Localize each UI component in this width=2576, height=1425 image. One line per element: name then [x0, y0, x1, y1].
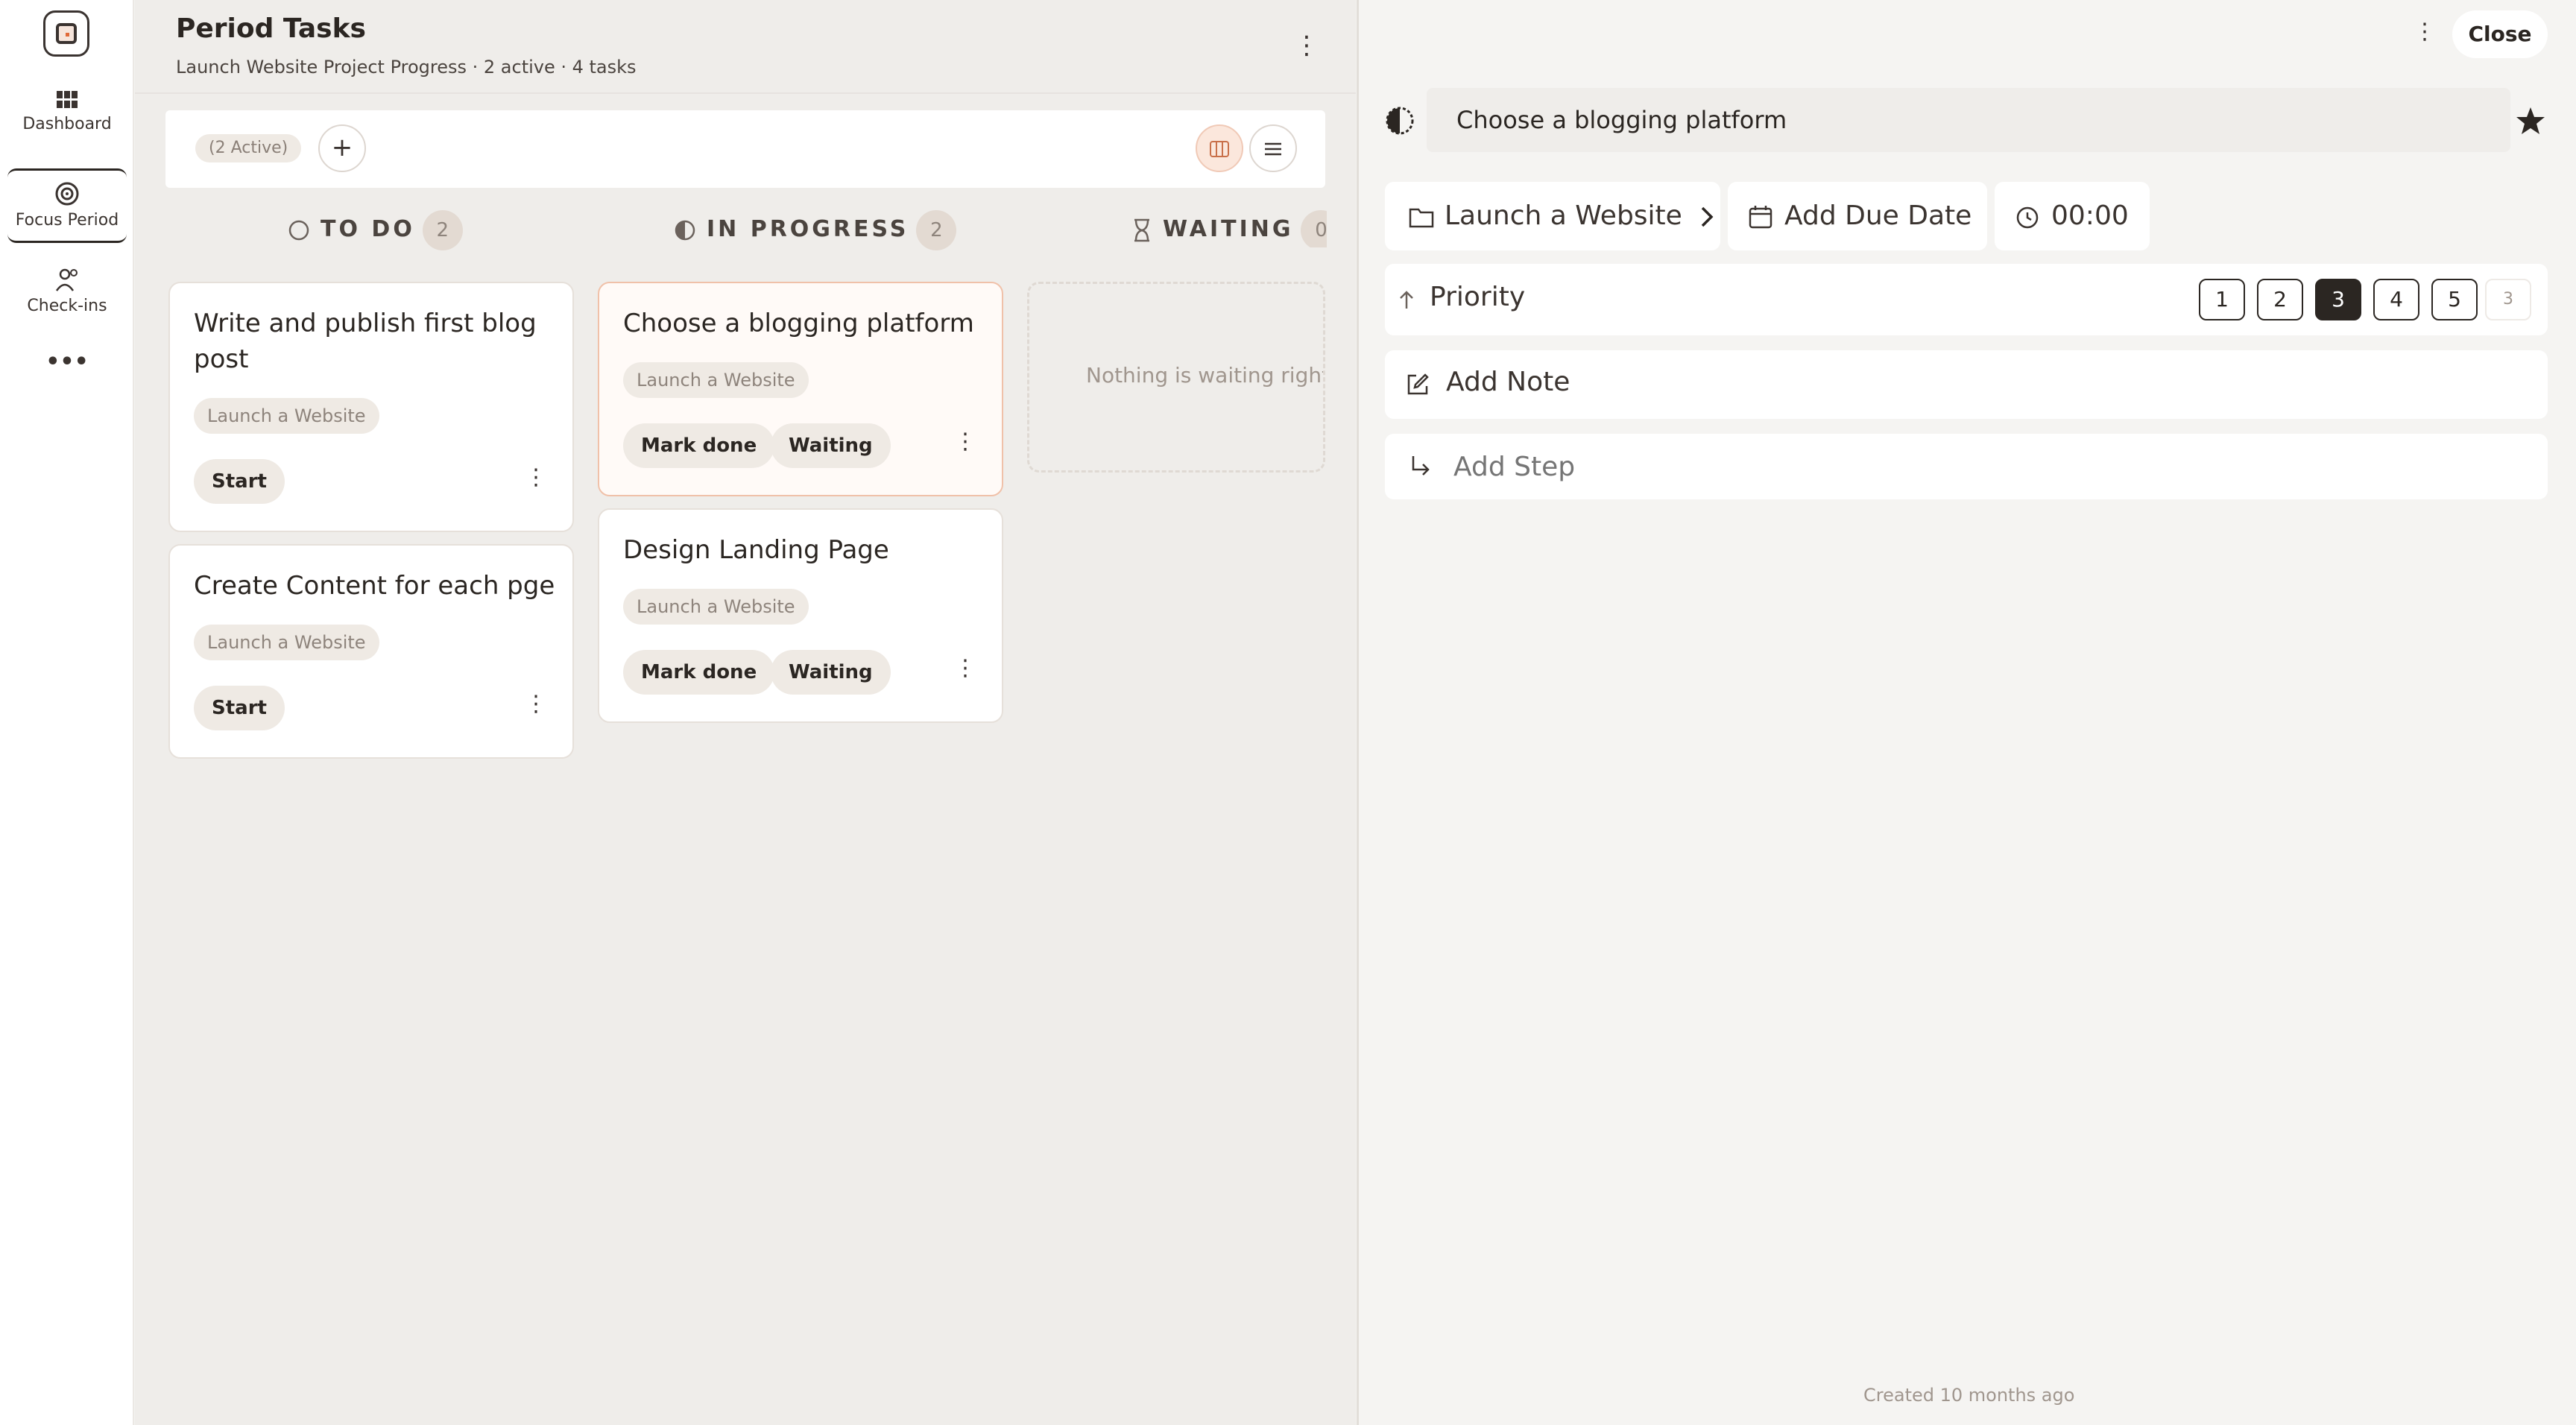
target-icon — [55, 182, 79, 206]
calendar-icon — [1749, 206, 1772, 229]
priority-label: Priority — [1430, 282, 1526, 312]
task-card[interactable]: Create Content for each pge Launch a Web… — [168, 544, 574, 759]
task-card[interactable]: Write and publish first blog post Launch… — [168, 282, 574, 532]
column-count: 0 — [1301, 210, 1327, 247]
header-menu-button[interactable]: ⋮ — [1294, 33, 1319, 58]
chevron-right-icon — [1702, 206, 1714, 227]
created-timestamp: Created 10 months ago — [1863, 1385, 2075, 1406]
project-selector[interactable]: Launch a Website — [1385, 182, 1720, 250]
active-count-chip: (2 Active) — [195, 134, 302, 162]
column-header-todo: TO DO 2 — [288, 210, 463, 250]
due-date-button[interactable]: Add Due Date — [1728, 182, 1987, 250]
column-header-waiting: WAITING 0 — [1131, 210, 1327, 247]
arrow-up-icon — [1400, 291, 1413, 309]
board-view-button[interactable] — [1196, 124, 1243, 172]
project-name: Launch a Website — [1445, 200, 1682, 231]
grid-icon — [57, 91, 78, 108]
task-title: Write and publish first blog post — [194, 309, 537, 374]
status-in-progress-icon[interactable] — [1385, 106, 1415, 136]
sidebar-item-dashboard[interactable]: Dashboard — [7, 89, 127, 133]
add-task-button[interactable]: + — [318, 124, 366, 172]
sidebar-more-button[interactable]: ••• — [7, 349, 127, 375]
detail-menu-button[interactable]: ⋮ — [2414, 21, 2436, 43]
task-title: Create Content for each pge — [194, 571, 555, 601]
column-title: WAITING — [1163, 216, 1294, 242]
timer-icon — [2016, 206, 2039, 229]
sidebar-item-focus-period[interactable]: Focus Period — [7, 168, 127, 243]
priority-option-3[interactable]: 3 — [2315, 279, 2361, 320]
sidebar-item-label: Focus Period — [15, 211, 119, 230]
priority-option-2[interactable]: 2 — [2257, 279, 2303, 320]
list-view-button[interactable] — [1249, 124, 1297, 172]
sidebar-item-label: Check-ins — [27, 297, 107, 315]
waiting-empty-state: Nothing is waiting right now — [1027, 282, 1325, 473]
timer-button[interactable]: 00:00 — [1995, 182, 2150, 250]
card-menu-button[interactable]: ⋮ — [525, 467, 547, 489]
task-card[interactable]: Design Landing Page Launch a Website Mar… — [598, 508, 1003, 723]
project-tag: Launch a Website — [194, 398, 379, 434]
column-title: TO DO — [321, 216, 415, 242]
more-icon: ••• — [45, 349, 89, 375]
due-date-label: Add Due Date — [1784, 200, 1972, 231]
column-title: IN PROGRESS — [707, 216, 909, 242]
card-menu-button[interactable]: ⋮ — [525, 693, 547, 715]
add-step-row — [1385, 434, 2548, 499]
people-icon — [55, 268, 78, 291]
circle-icon — [288, 220, 309, 240]
column-count: 2 — [916, 210, 957, 250]
hourglass-icon — [1134, 218, 1149, 241]
task-title-input[interactable]: Choose a blogging platform — [1427, 88, 2510, 152]
task-title: Choose a blogging platform — [623, 309, 974, 338]
project-tag: Launch a Website — [623, 362, 809, 398]
add-note-button[interactable]: Add Note — [1385, 350, 2548, 419]
task-title: Design Landing Page — [623, 535, 889, 565]
page-title: Period Tasks — [176, 13, 366, 44]
timer-value: 00:00 — [2051, 200, 2129, 231]
sidebar-item-label: Dashboard — [22, 115, 112, 133]
star-icon[interactable] — [2515, 106, 2546, 136]
step-arrow-icon — [1412, 456, 1430, 475]
add-step-input[interactable] — [1452, 446, 2496, 487]
half-circle-icon — [675, 220, 695, 240]
mark-done-button[interactable]: Mark done — [623, 650, 775, 695]
priority-option-4[interactable]: 4 — [2373, 279, 2419, 320]
waiting-button[interactable]: Waiting — [771, 423, 891, 468]
page-subtitle: Launch Website Project Progress · 2 acti… — [176, 57, 637, 78]
app-logo[interactable] — [43, 10, 89, 57]
columns-icon — [1210, 141, 1229, 157]
add-note-label: Add Note — [1446, 367, 1570, 397]
priority-option-1[interactable]: 1 — [2199, 279, 2245, 320]
column-count: 2 — [422, 210, 463, 250]
sidebar-item-check-ins[interactable]: Check-ins — [7, 267, 127, 315]
mark-done-button[interactable]: Mark done — [623, 423, 775, 468]
project-tag: Launch a Website — [194, 625, 379, 660]
card-menu-button[interactable]: ⋮ — [954, 657, 976, 680]
list-icon — [1265, 142, 1281, 156]
task-card-selected[interactable]: Choose a blogging platform Launch a Webs… — [598, 282, 1003, 496]
column-header-in-progress: IN PROGRESS 2 — [674, 210, 957, 250]
priority-option-5[interactable]: 5 — [2431, 279, 2478, 320]
project-tag: Launch a Website — [623, 589, 809, 625]
waiting-button[interactable]: Waiting — [771, 650, 891, 695]
start-button[interactable]: Start — [194, 459, 285, 504]
edit-icon — [1407, 373, 1429, 395]
start-button[interactable]: Start — [194, 686, 285, 730]
close-button[interactable]: Close — [2452, 10, 2548, 58]
priority-current-value: 3 — [2485, 279, 2531, 320]
empty-message: Nothing is waiting right now — [1086, 363, 1325, 388]
folder-icon — [1409, 208, 1434, 228]
card-menu-button[interactable]: ⋮ — [954, 431, 976, 453]
